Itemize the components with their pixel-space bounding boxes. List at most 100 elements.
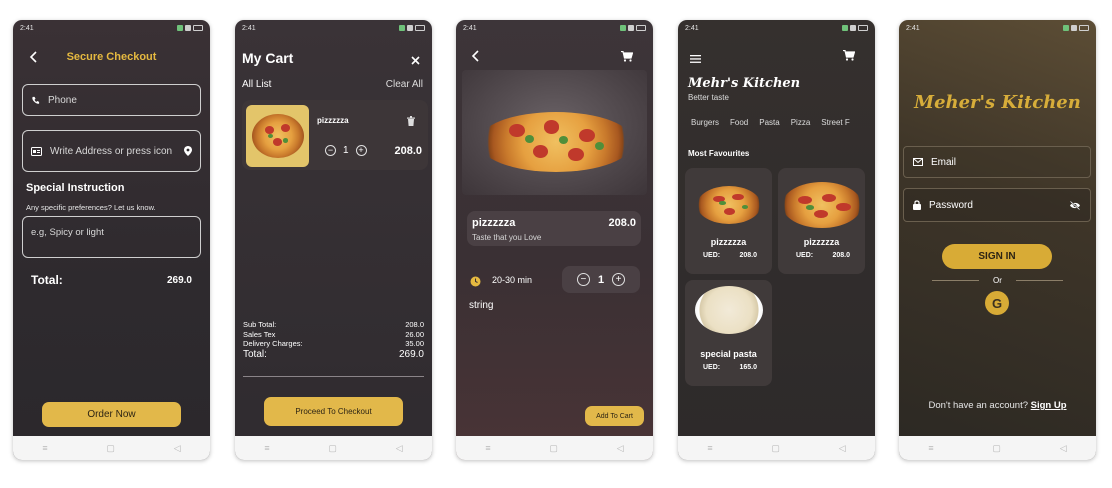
food-card[interactable]: special pasta UED: 165.0 xyxy=(685,280,772,386)
food-card-currency: UED: xyxy=(703,364,721,371)
minus-icon[interactable]: − xyxy=(576,273,590,286)
product-hero-image xyxy=(462,70,647,195)
email-placeholder: Email xyxy=(931,156,957,168)
lock-icon xyxy=(913,200,921,210)
summary-row: Delivery Charges: 35.00 xyxy=(243,339,424,349)
nav-home-icon[interactable]: ▢ xyxy=(992,443,1001,454)
product-detail-screen: 2:41 pizzzzza 208.0 Taste that you Love … xyxy=(456,20,653,460)
add-to-cart-button[interactable]: Add To Cart xyxy=(585,406,644,426)
nav-back-icon[interactable]: ◁ xyxy=(174,443,181,454)
food-card-price: 208.0 xyxy=(739,252,757,259)
order-now-button[interactable]: Order Now xyxy=(42,402,181,427)
quantity-stepper[interactable]: − 1 + xyxy=(325,145,367,156)
divider xyxy=(243,376,424,377)
nav-back-icon[interactable]: ◁ xyxy=(617,443,624,454)
back-arrow-icon[interactable] xyxy=(471,49,481,67)
nav-menu-icon[interactable]: ≡ xyxy=(264,443,269,453)
instruction-input[interactable]: e.g, Spicy or light xyxy=(22,216,201,258)
summary-label: Sub Total: xyxy=(243,320,277,329)
status-time: 2:41 xyxy=(463,24,477,32)
cart-item: pizzzzza − 1 + 208.0 xyxy=(242,100,428,170)
quantity-stepper[interactable]: − 1 + xyxy=(562,266,640,293)
system-nav-bar: ≡ ▢ ◁ xyxy=(235,436,432,460)
food-card[interactable]: pizzzzza UED: 208.0 xyxy=(778,168,865,274)
status-bar: 2:41 xyxy=(899,20,1096,36)
total-value: 269.0 xyxy=(166,275,192,286)
food-card-name: pizzzzza xyxy=(710,237,747,247)
system-nav-bar: ≡ ▢ ◁ xyxy=(678,436,875,460)
eye-off-icon[interactable] xyxy=(1069,200,1081,210)
price-summary: Sub Total: 208.0 Sales Tex 26.00 Deliver… xyxy=(243,320,424,361)
status-icons xyxy=(1063,25,1089,31)
brand-subtitle: Better taste xyxy=(688,93,729,102)
category-list: Burgers Food Pasta Pizza Street F xyxy=(691,118,875,127)
cart-item-image xyxy=(246,105,309,167)
login-screen: 2:41 Meher's Kitchen Email Password SIGN… xyxy=(899,20,1096,460)
category-item[interactable]: Street F xyxy=(821,118,849,127)
signup-prompt: Don't have an account? Sign Up xyxy=(899,400,1096,411)
cart-icon[interactable] xyxy=(621,49,634,67)
category-item[interactable]: Pasta xyxy=(759,118,779,127)
nav-menu-icon[interactable]: ≡ xyxy=(928,443,933,453)
phone-field[interactable]: Phone xyxy=(22,84,201,116)
nav-home-icon[interactable]: ▢ xyxy=(328,443,337,454)
divider-right xyxy=(1016,280,1063,281)
status-time: 2:41 xyxy=(906,24,920,32)
google-icon[interactable]: G xyxy=(985,291,1009,315)
page-title: My Cart xyxy=(242,50,294,66)
nav-menu-icon[interactable]: ≡ xyxy=(707,443,712,453)
nav-home-icon[interactable]: ▢ xyxy=(106,443,115,454)
plus-icon[interactable]: + xyxy=(612,273,626,286)
category-item[interactable]: Pizza xyxy=(791,118,811,127)
instruction-placeholder: e.g, Spicy or light xyxy=(31,227,104,238)
mail-icon xyxy=(913,158,923,166)
sign-up-link[interactable]: Sign Up xyxy=(1031,400,1067,411)
sign-in-button[interactable]: SIGN IN xyxy=(942,244,1052,269)
food-card-currency: UED: xyxy=(703,252,721,259)
password-field[interactable]: Password xyxy=(903,188,1091,222)
or-divider-text: Or xyxy=(993,276,1002,285)
menu-icon[interactable] xyxy=(690,50,701,68)
total-label: Total: xyxy=(31,273,63,287)
status-time: 2:41 xyxy=(242,24,256,32)
product-info-card: pizzzzza 208.0 Taste that you Love xyxy=(467,211,641,246)
address-placeholder: Write Address or press icon xyxy=(50,145,173,157)
status-bar: 2:41 xyxy=(678,20,875,36)
cart-item-name: pizzzzza xyxy=(317,116,349,125)
nav-home-icon[interactable]: ▢ xyxy=(771,443,780,454)
nav-back-icon[interactable]: ◁ xyxy=(839,443,846,454)
nav-menu-icon[interactable]: ≡ xyxy=(42,443,47,453)
food-card-price: 165.0 xyxy=(739,364,757,371)
status-bar: 2:41 xyxy=(235,20,432,36)
food-card[interactable]: pizzzzza UED: 208.0 xyxy=(685,168,772,274)
phone-placeholder: Phone xyxy=(48,94,77,106)
nav-home-icon[interactable]: ▢ xyxy=(549,443,558,454)
category-item[interactable]: Burgers xyxy=(691,118,719,127)
trash-icon[interactable] xyxy=(407,113,415,131)
status-icons xyxy=(399,25,425,31)
brand-title: Meher's Kitchen xyxy=(914,92,1081,113)
proceed-to-checkout-button[interactable]: Proceed To Checkout xyxy=(264,397,403,426)
summary-total-row: Total: 269.0 xyxy=(243,349,424,361)
cart-icon[interactable] xyxy=(843,48,856,66)
quantity-value: 1 xyxy=(597,273,605,286)
system-nav-bar: ≡ ▢ ◁ xyxy=(899,436,1096,460)
google-letter: G xyxy=(991,295,1003,311)
email-field[interactable]: Email xyxy=(903,146,1091,178)
status-icons xyxy=(620,25,646,31)
product-description: string xyxy=(469,300,494,311)
clear-all-button[interactable]: Clear All xyxy=(386,79,423,90)
home-screen: 2:41 Mehr's Kitchen Better taste Burgers… xyxy=(678,20,875,460)
phone-icon xyxy=(31,96,40,105)
category-item[interactable]: Food xyxy=(730,118,748,127)
nav-back-icon[interactable]: ◁ xyxy=(1060,443,1067,454)
plus-icon[interactable]: + xyxy=(355,145,367,156)
nav-back-icon[interactable]: ◁ xyxy=(396,443,403,454)
clock-icon xyxy=(470,274,481,292)
nav-menu-icon[interactable]: ≡ xyxy=(485,443,490,453)
address-field[interactable]: Write Address or press icon xyxy=(22,130,201,172)
location-pin-icon[interactable] xyxy=(184,146,192,156)
minus-icon[interactable]: − xyxy=(325,145,336,156)
product-name: pizzzzza xyxy=(472,217,516,229)
close-icon[interactable] xyxy=(411,52,420,70)
